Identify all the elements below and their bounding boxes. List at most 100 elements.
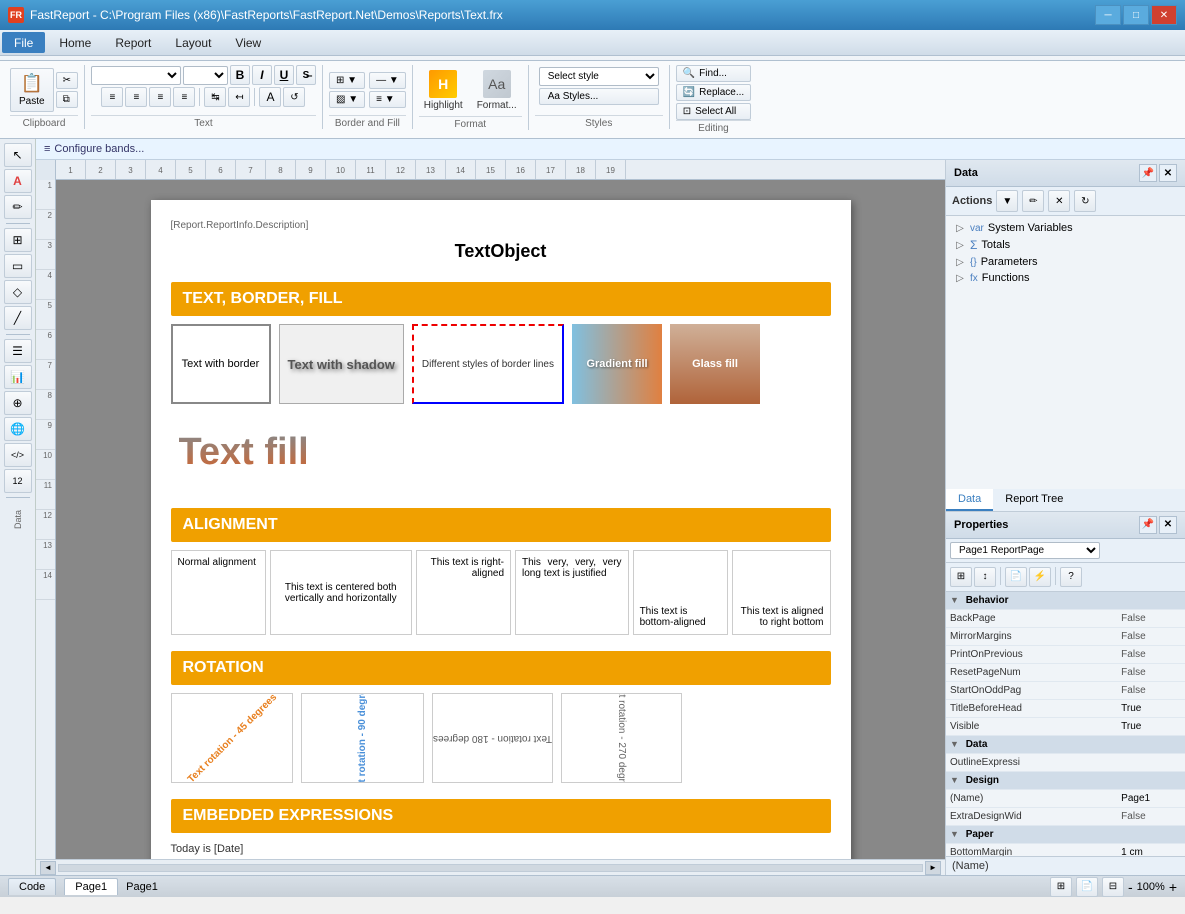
cross-tool-button[interactable]: ⊕ bbox=[4, 391, 32, 415]
props-help-btn[interactable]: ? bbox=[1060, 567, 1082, 587]
align-right-button[interactable]: ≡ bbox=[149, 87, 171, 107]
props-panel-header: Properties 📌 ✕ bbox=[946, 512, 1185, 539]
close-button[interactable]: ✕ bbox=[1151, 5, 1177, 25]
web-tool-button[interactable]: 🌐 bbox=[4, 417, 32, 441]
undo-button[interactable]: ↺ bbox=[283, 87, 305, 107]
edit-tool-button[interactable]: ✏ bbox=[4, 195, 32, 219]
menu-view[interactable]: View bbox=[223, 30, 273, 55]
configure-bands-bar[interactable]: ≡ Configure bands... bbox=[36, 139, 1185, 160]
maximize-button[interactable]: □ bbox=[1123, 5, 1149, 25]
font-selector[interactable] bbox=[91, 66, 181, 85]
status-tab-page1[interactable]: Page1 bbox=[64, 878, 118, 895]
styles-button[interactable]: Aа Styles... bbox=[539, 88, 659, 105]
props-alpha-btn[interactable]: ↕ bbox=[974, 567, 996, 587]
panel-pin-btn[interactable]: 📌 bbox=[1139, 164, 1157, 182]
border-color-btn[interactable]: — ▼ bbox=[369, 72, 406, 89]
props-close-btn[interactable]: ✕ bbox=[1159, 516, 1177, 534]
replace-button[interactable]: 🔄 Replace... bbox=[676, 84, 751, 101]
props-selector[interactable]: Page1 ReportPage bbox=[950, 542, 1100, 559]
prop-val-name[interactable]: Page1 bbox=[1117, 790, 1185, 808]
tree-item-parameters[interactable]: ▷ {} Parameters bbox=[950, 254, 1181, 270]
menu-file[interactable]: File bbox=[2, 32, 45, 53]
prop-val-printonprev[interactable]: False bbox=[1117, 646, 1185, 664]
find-button[interactable]: 🔍 Find... bbox=[676, 65, 751, 82]
bold-button[interactable]: B bbox=[230, 65, 250, 85]
section-text-border-label: TEXT, BORDER, FILL bbox=[183, 290, 343, 307]
props-pages-btn[interactable]: 📄 bbox=[1005, 567, 1027, 587]
action-delete-btn[interactable]: ✕ bbox=[1048, 190, 1070, 212]
zoom-plus-btn[interactable]: + bbox=[1169, 879, 1177, 895]
action-add-btn[interactable]: ▼ bbox=[996, 190, 1018, 212]
tree-item-totals[interactable]: ▷ Σ Totals bbox=[950, 236, 1181, 254]
status-tab-code[interactable]: Code bbox=[8, 878, 56, 895]
copy-button[interactable]: ⧉ bbox=[56, 91, 78, 108]
style-selector[interactable]: Select style bbox=[539, 67, 659, 86]
paste-button[interactable]: 📋 Paste bbox=[10, 68, 54, 112]
prop-val-outline[interactable] bbox=[1117, 754, 1185, 772]
tab-report-tree[interactable]: Report Tree bbox=[993, 489, 1075, 511]
bands-icon: ≡ bbox=[44, 143, 50, 155]
fill-btn[interactable]: ▨ ▼ bbox=[329, 91, 365, 108]
align-center-button[interactable]: ≡ bbox=[125, 87, 147, 107]
align-justify-button[interactable]: ≡ bbox=[173, 87, 195, 107]
view-page-btn[interactable]: 📄 bbox=[1076, 877, 1098, 897]
prop-val-startodd[interactable]: False bbox=[1117, 682, 1185, 700]
status-right: ⊞ 📄 ⊟ - 100% + bbox=[1050, 877, 1177, 897]
line-tool-button[interactable]: ╱ bbox=[4, 306, 32, 330]
strikethrough-button[interactable]: S̶ bbox=[296, 65, 316, 85]
scroll-left-btn[interactable]: ◄ bbox=[40, 861, 56, 875]
code-tool-button[interactable]: </> bbox=[4, 443, 32, 467]
prop-val-extradesign[interactable]: False bbox=[1117, 808, 1185, 826]
size-selector[interactable] bbox=[183, 66, 228, 85]
format-controls: H Highlight Aa Format... bbox=[419, 65, 522, 116]
prop-val-bottommargin[interactable]: 1 cm bbox=[1117, 844, 1185, 857]
list-tool-button[interactable]: ☰ bbox=[4, 339, 32, 363]
color-button[interactable]: A bbox=[259, 87, 281, 107]
table-tool-button[interactable]: ⊞ bbox=[4, 228, 32, 252]
canvas-body[interactable]: [Report.ReportInfo.Description] TextObje… bbox=[56, 180, 945, 859]
format-button[interactable]: Aa Format... bbox=[472, 65, 522, 116]
props-pin-btn[interactable]: 📌 bbox=[1139, 516, 1157, 534]
props-events-btn[interactable]: ⚡ bbox=[1029, 567, 1051, 587]
underline-button[interactable]: U bbox=[274, 65, 294, 85]
text-tool-button[interactable]: A bbox=[4, 169, 32, 193]
h-scrollbar-track[interactable] bbox=[58, 864, 923, 872]
prop-val-backpage[interactable]: False bbox=[1117, 610, 1185, 628]
indent-button[interactable]: ↹ bbox=[204, 87, 226, 107]
select-tool-button[interactable]: ↖ bbox=[4, 143, 32, 167]
border-btn[interactable]: ⊞ ▼ bbox=[329, 72, 365, 89]
tree-item-functions[interactable]: ▷ fx Functions bbox=[950, 270, 1181, 286]
props-categorized-btn[interactable]: ⊞ bbox=[950, 567, 972, 587]
tab-data[interactable]: Data bbox=[946, 489, 993, 511]
menu-report[interactable]: Report bbox=[103, 30, 163, 55]
italic-button[interactable]: I bbox=[252, 65, 272, 85]
status-code-label: Code bbox=[19, 881, 45, 893]
prop-val-resetpage[interactable]: False bbox=[1117, 664, 1185, 682]
action-edit-btn[interactable]: ✏ bbox=[1022, 190, 1044, 212]
scroll-right-btn[interactable]: ► bbox=[925, 861, 941, 875]
shape-tool-button[interactable]: ◇ bbox=[4, 280, 32, 304]
prop-val-visible[interactable]: True bbox=[1117, 718, 1185, 736]
outdent-button[interactable]: ↤ bbox=[228, 87, 250, 107]
align-left-button[interactable]: ≡ bbox=[101, 87, 123, 107]
menu-home[interactable]: Home bbox=[47, 30, 103, 55]
h-scrollbar[interactable]: ◄ ► bbox=[36, 859, 945, 875]
border-width-btn[interactable]: ≡ ▼ bbox=[369, 91, 406, 108]
chart-tool-button[interactable]: 📊 bbox=[4, 365, 32, 389]
panel-close-btn[interactable]: ✕ bbox=[1159, 164, 1177, 182]
rect-tool-button[interactable]: ▭ bbox=[4, 254, 32, 278]
cut-button[interactable]: ✂ bbox=[56, 72, 78, 89]
action-refresh-btn[interactable]: ↻ bbox=[1074, 190, 1096, 212]
view-normal-btn[interactable]: ⊞ bbox=[1050, 877, 1072, 897]
params-icon: {} bbox=[970, 257, 977, 268]
prop-val-titlebeforehead[interactable]: True bbox=[1117, 700, 1185, 718]
menu-layout[interactable]: Layout bbox=[163, 30, 223, 55]
number-tool-button[interactable]: 12 bbox=[4, 469, 32, 493]
zoom-minus-btn[interactable]: - bbox=[1128, 879, 1133, 895]
prop-val-mirror[interactable]: False bbox=[1117, 628, 1185, 646]
minimize-button[interactable]: ─ bbox=[1095, 5, 1121, 25]
view-2page-btn[interactable]: ⊟ bbox=[1102, 877, 1124, 897]
tree-item-sysvars[interactable]: ▷ var System Variables bbox=[950, 220, 1181, 236]
select-all-button[interactable]: ⊡ Select All bbox=[676, 103, 751, 120]
highlight-button[interactable]: H Highlight bbox=[419, 65, 468, 116]
